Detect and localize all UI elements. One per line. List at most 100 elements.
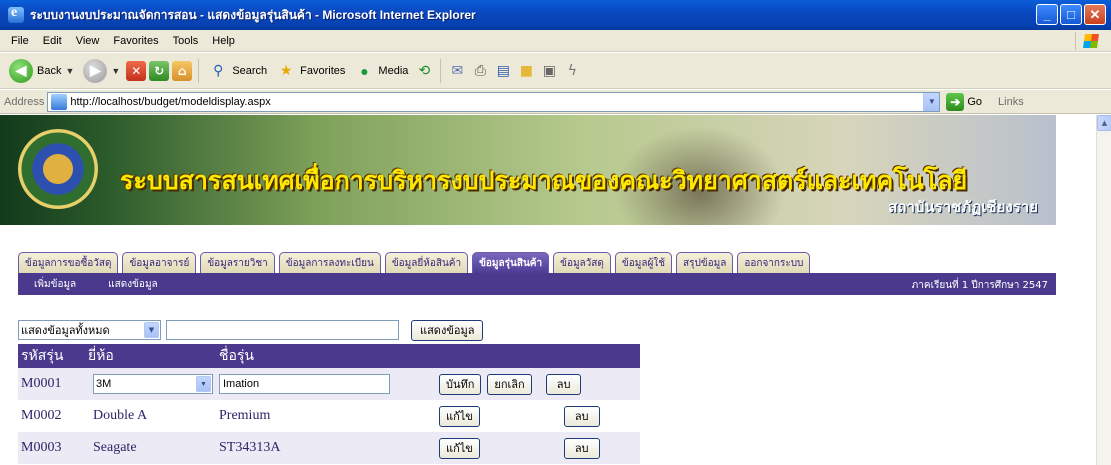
back-button[interactable]: ◀ Back ▼ <box>6 56 77 86</box>
menu-tools[interactable]: Tools <box>166 35 206 47</box>
search-icon: ⚲ <box>213 62 224 78</box>
cell-actions: บันทึก ยกเลิก ลบ <box>439 373 640 395</box>
cell-model-id: M0002 <box>21 408 62 423</box>
tab-teachers[interactable]: ข้อมูลอาจารย์ <box>122 252 197 273</box>
cell-model-id: M0003 <box>21 440 62 455</box>
back-label: Back <box>37 64 62 77</box>
filter-select[interactable]: แสดงข้อมูลทั้งหมด ▼ <box>18 320 161 340</box>
links-button[interactable]: Links <box>998 96 1024 108</box>
header-model-id: รหัสรุ่น <box>21 348 64 364</box>
tab-materials[interactable]: ข้อมูลวัสดุ <box>553 252 611 273</box>
site-banner: ระบบสารสนเทศเพื่อการบริหารงบประมาณของคณะ… <box>0 115 1056 225</box>
tab-courses[interactable]: ข้อมูลรายวิชา <box>200 252 275 273</box>
cell-brand: Seagate <box>93 440 137 455</box>
tab-registration[interactable]: ข้อมูลการลงทะเบียน <box>278 252 381 273</box>
messenger-icon[interactable]: ▣ <box>539 61 559 81</box>
tab-models[interactable]: ข้อมูลรุ่นสินค้า <box>472 252 550 273</box>
cancel-button[interactable]: ยกเลิก <box>487 373 532 395</box>
main-tabs: ข้อมูลการขอซื้อวัสดุ ข้อมูลอาจารย์ ข้อมู… <box>0 250 1056 273</box>
table-row: M0003 Seagate ST34313A แก้ไข ลบ <box>18 432 640 464</box>
filter-select-value: แสดงข้อมูลทั้งหมด <box>21 324 110 337</box>
back-arrow-icon: ◀ <box>9 58 33 83</box>
folder-icon[interactable]: ■ <box>516 61 536 81</box>
menu-help[interactable]: Help <box>205 35 242 47</box>
menu-view[interactable]: View <box>69 35 107 47</box>
edit-button[interactable]: แก้ไข <box>439 405 480 427</box>
header-model-name: ชื่อรุ่น <box>219 348 254 364</box>
menu-favorites[interactable]: Favorites <box>106 35 165 47</box>
vertical-scrollbar[interactable]: ▲ <box>1096 115 1111 465</box>
minimize-button[interactable]: _ <box>1036 4 1058 25</box>
show-data-button[interactable]: แสดงข้อมูล <box>411 319 484 341</box>
forward-button[interactable]: ▶ ▼ <box>80 56 123 86</box>
history-icon[interactable]: ⟲ <box>414 61 434 81</box>
subnav-add[interactable]: เพิ่มข้อมูล <box>18 277 92 292</box>
tab-users[interactable]: ข้อมูลผู้ใช้ <box>614 252 672 273</box>
search-button[interactable]: ⚲ Search <box>205 56 270 86</box>
brand-select[interactable]: 3M ▼ <box>93 374 213 394</box>
menu-file[interactable]: File <box>4 35 36 47</box>
delete-button[interactable]: ลบ <box>545 373 582 395</box>
banner-title: ระบบสารสนเทศเพื่อการบริหารงบประมาณของคณะ… <box>120 166 968 195</box>
refresh-icon[interactable]: ↻ <box>149 60 170 81</box>
menu-bar: File Edit View Favorites Tools Help <box>0 30 1111 52</box>
cell-model-name: ST34313A <box>219 440 281 455</box>
bolt-icon[interactable]: ϟ <box>562 61 582 81</box>
address-label: Address <box>4 95 45 108</box>
go-arrow-icon: ➔ <box>946 92 965 111</box>
windows-logo <box>1075 32 1105 50</box>
tab-summary[interactable]: สรุปข้อมูล <box>675 252 734 273</box>
print-icon[interactable]: ⎙ <box>470 61 490 81</box>
chevron-down-icon[interactable]: ▼ <box>923 92 940 111</box>
cell-model-name: Imation <box>219 374 459 394</box>
forward-arrow-icon: ▶ <box>83 58 108 83</box>
tab-brands[interactable]: ข้อมูลยี่ห้อสินค้า <box>384 252 469 273</box>
filter-bar: แสดงข้อมูลทั้งหมด ▼ แสดงข้อมูล <box>18 319 484 341</box>
internet-explorer-icon <box>8 5 24 23</box>
institute-seal-logo <box>18 129 98 209</box>
go-button[interactable]: ➔ Go <box>946 92 983 111</box>
edit-button[interactable]: แก้ไข <box>439 437 480 459</box>
mail-icon[interactable]: ✉ <box>447 61 467 81</box>
page-icon <box>51 93 68 110</box>
favorites-label: Favorites <box>300 64 346 77</box>
model-name-input[interactable]: Imation <box>219 374 390 394</box>
windows-flag-icon <box>1082 34 1099 48</box>
media-icon: ● <box>360 62 369 79</box>
go-label: Go <box>967 95 983 108</box>
maximize-button[interactable]: □ <box>1060 4 1082 25</box>
edit-icon[interactable]: ▤ <box>493 61 513 81</box>
close-button[interactable]: ✕ <box>1084 4 1106 25</box>
cell-brand: 3M ▼ <box>78 374 219 394</box>
favorites-button[interactable]: ★ Favorites <box>273 56 348 86</box>
address-input[interactable]: http://localhost/budget/modeldisplay.asp… <box>47 91 941 112</box>
window-title: ระบบงานงบประมาณจัดการสอน - แสดงข้อมูลรุ่… <box>30 7 476 22</box>
filter-text-input[interactable] <box>166 320 399 340</box>
header-brand: ยี่ห้อ <box>88 348 114 364</box>
toolbar-separator <box>440 58 442 83</box>
toolbar-separator <box>198 58 200 83</box>
term-info: ภาคเรียนที่ 1 ปีการศึกษา 2547 <box>911 280 1048 291</box>
save-button[interactable]: บันทึก <box>439 373 482 395</box>
banner-subtitle: สถาบันราชภัฏเชียงราย <box>888 198 1038 216</box>
search-label: Search <box>232 64 268 77</box>
toolbar: ◀ Back ▼ ▶ ▼ ✕ ↻ ⌂ ⚲ Search ★ Favorites … <box>0 53 1111 89</box>
tab-purchase-requests[interactable]: ข้อมูลการขอซื้อวัสดุ <box>18 252 119 273</box>
table-header: รหัสรุ่น ยี่ห้อ ชื่อรุ่น <box>18 344 640 368</box>
media-label: Media <box>378 64 409 77</box>
delete-button[interactable]: ลบ <box>563 437 600 459</box>
delete-button[interactable]: ลบ <box>563 405 600 427</box>
stop-icon[interactable]: ✕ <box>126 60 147 81</box>
tab-logout[interactable]: ออกจากระบบ <box>737 252 811 273</box>
cell-actions: แก้ไข ลบ <box>439 437 640 459</box>
scroll-up-icon[interactable]: ▲ <box>1097 115 1111 131</box>
cell-model-id: M0001 <box>21 376 62 391</box>
chevron-down-icon: ▼ <box>196 376 211 392</box>
star-icon: ★ <box>279 62 293 78</box>
home-icon[interactable]: ⌂ <box>172 60 193 81</box>
subnav-display[interactable]: แสดงข้อมูล <box>92 277 174 292</box>
menu-edit[interactable]: Edit <box>36 35 69 47</box>
chevron-down-icon: ▼ <box>144 322 159 338</box>
media-button[interactable]: ● Media <box>351 56 411 86</box>
browser-window: ระบบงานงบประมาณจัดการสอน - แสดงข้อมูลรุ่… <box>0 0 1111 465</box>
